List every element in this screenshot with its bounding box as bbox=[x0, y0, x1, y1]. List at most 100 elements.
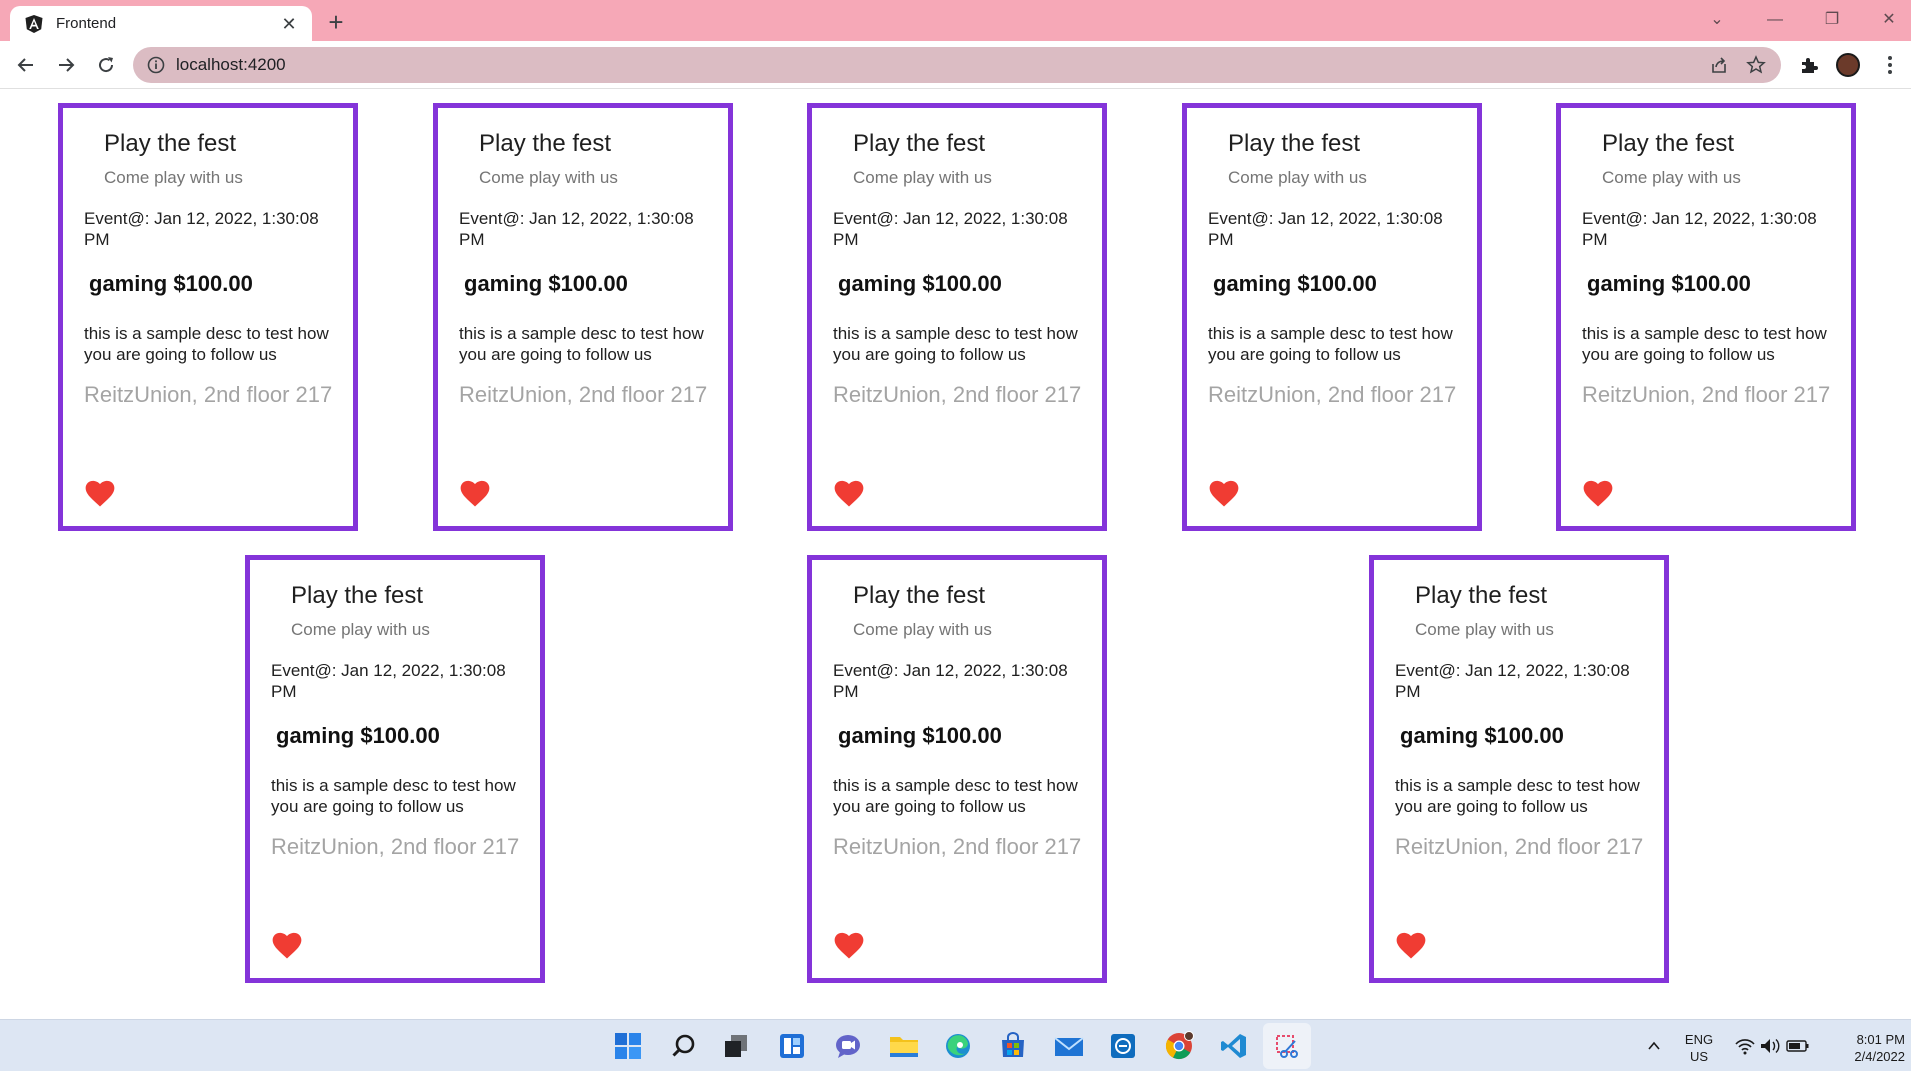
card-subtitle: Come play with us bbox=[1415, 620, 1554, 639]
mail-icon[interactable] bbox=[1053, 1030, 1085, 1062]
heart-icon[interactable] bbox=[1209, 480, 1239, 508]
wifi-icon bbox=[1735, 1039, 1755, 1055]
card-event-date: Event@: Jan 12, 2022, 1:30:08 PM bbox=[833, 661, 1068, 701]
card-location: ReitzUnion, 2nd floor 217 bbox=[84, 382, 333, 407]
new-tab-button[interactable]: + bbox=[322, 8, 350, 36]
input-language-indicator[interactable]: ENG US bbox=[1680, 1031, 1718, 1065]
language-code: ENG bbox=[1684, 1032, 1714, 1047]
restore-button[interactable]: ❐ bbox=[1812, 4, 1852, 36]
reload-button[interactable] bbox=[90, 49, 122, 81]
windows-start-icon[interactable] bbox=[612, 1030, 644, 1062]
card-description: this is a sample desc to test how you ar… bbox=[833, 324, 1078, 364]
heart-icon[interactable] bbox=[460, 480, 490, 508]
card-price: gaming $100.00 bbox=[838, 723, 1002, 748]
card-subtitle: Come play with us bbox=[104, 168, 243, 187]
card-event-date: Event@: Jan 12, 2022, 1:30:08 PM bbox=[833, 209, 1068, 249]
heart-icon[interactable] bbox=[85, 480, 115, 508]
event-card: Play the fest Come play with us Event@: … bbox=[1556, 103, 1856, 531]
close-tab-icon[interactable]: ✕ bbox=[278, 13, 300, 35]
card-subtitle: Come play with us bbox=[291, 620, 430, 639]
event-card: Play the fest Come play with us Event@: … bbox=[1369, 555, 1669, 983]
card-description: this is a sample desc to test how you ar… bbox=[1208, 324, 1453, 364]
card-description: this is a sample desc to test how you ar… bbox=[1582, 324, 1827, 364]
volume-icon bbox=[1761, 1038, 1780, 1054]
event-card: Play the fest Come play with us Event@: … bbox=[807, 555, 1107, 983]
vscode-icon[interactable] bbox=[1218, 1030, 1250, 1062]
clock[interactable]: 8:01 PM 2/4/2022 bbox=[1827, 1031, 1905, 1065]
bookmark-star-icon[interactable] bbox=[1746, 55, 1766, 75]
extensions-puzzle-icon[interactable] bbox=[1797, 53, 1821, 77]
address-bar[interactable]: localhost:4200 bbox=[133, 47, 1781, 83]
chrome-icon[interactable] bbox=[1163, 1030, 1195, 1062]
back-arrow-icon bbox=[17, 58, 33, 72]
snipping-tool-icon[interactable] bbox=[1271, 1030, 1303, 1062]
heart-icon[interactable] bbox=[834, 480, 864, 508]
heart-icon[interactable] bbox=[272, 932, 302, 960]
heart-icon[interactable] bbox=[1583, 480, 1613, 508]
card-description: this is a sample desc to test how you ar… bbox=[271, 776, 516, 816]
browser-menu-icon[interactable] bbox=[1878, 51, 1902, 79]
widgets-icon[interactable] bbox=[776, 1030, 808, 1062]
card-price: gaming $100.00 bbox=[1213, 271, 1377, 296]
card-title: Play the fest bbox=[1602, 130, 1735, 157]
file-explorer-icon[interactable] bbox=[888, 1030, 920, 1062]
card-subtitle: Come play with us bbox=[853, 620, 992, 639]
event-card: Play the fest Come play with us Event@: … bbox=[807, 103, 1107, 531]
edge-browser-icon[interactable] bbox=[942, 1030, 974, 1062]
card-title: Play the fest bbox=[853, 130, 986, 157]
forward-button[interactable] bbox=[50, 49, 82, 81]
card-subtitle: Come play with us bbox=[1602, 168, 1741, 187]
card-description: this is a sample desc to test how you ar… bbox=[459, 324, 704, 364]
windows-taskbar: ENG US 8:01 PM 2/4/2022 bbox=[0, 1019, 1911, 1071]
battery-icon bbox=[1786, 1040, 1809, 1052]
card-price: gaming $100.00 bbox=[1400, 723, 1564, 748]
quick-settings-tray[interactable] bbox=[1734, 1030, 1812, 1062]
card-title: Play the fest bbox=[104, 130, 237, 157]
clock-time: 8:01 PM bbox=[1856, 1032, 1905, 1047]
heart-icon[interactable] bbox=[834, 932, 864, 960]
card-event-date: Event@: Jan 12, 2022, 1:30:08 PM bbox=[84, 209, 319, 249]
tab-search-chevron-icon[interactable]: ⌄ bbox=[1697, 4, 1737, 36]
chat-icon[interactable] bbox=[832, 1030, 864, 1062]
share-icon[interactable] bbox=[1709, 55, 1729, 75]
site-info-icon[interactable] bbox=[147, 56, 165, 74]
microsoft-store-icon[interactable] bbox=[997, 1030, 1029, 1062]
forward-arrow-icon bbox=[59, 58, 75, 72]
minimize-button[interactable]: — bbox=[1755, 4, 1795, 36]
card-location: ReitzUnion, 2nd floor 217 bbox=[271, 834, 520, 859]
card-event-date: Event@: Jan 12, 2022, 1:30:08 PM bbox=[459, 209, 694, 249]
back-button[interactable] bbox=[10, 49, 42, 81]
url-text[interactable]: localhost:4200 bbox=[176, 47, 286, 83]
card-location: ReitzUnion, 2nd floor 217 bbox=[833, 834, 1082, 859]
tab-title: Frontend bbox=[56, 15, 117, 32]
card-title: Play the fest bbox=[479, 130, 612, 157]
clock-date: 2/4/2022 bbox=[1854, 1049, 1905, 1064]
card-subtitle: Come play with us bbox=[853, 168, 992, 187]
card-price: gaming $100.00 bbox=[1587, 271, 1751, 296]
region-code: US bbox=[1689, 1049, 1709, 1064]
close-window-button[interactable]: ✕ bbox=[1869, 4, 1909, 36]
profile-avatar[interactable] bbox=[1836, 53, 1860, 77]
card-title: Play the fest bbox=[853, 582, 986, 609]
search-icon[interactable] bbox=[668, 1030, 700, 1062]
card-subtitle: Come play with us bbox=[1228, 168, 1367, 187]
show-hidden-icons-chevron-icon[interactable] bbox=[1642, 1030, 1666, 1062]
angular-favicon-icon bbox=[24, 14, 44, 34]
card-event-date: Event@: Jan 12, 2022, 1:30:08 PM bbox=[1395, 661, 1630, 701]
browser-tab-strip: Frontend ✕ + ⌄ — ❐ ✕ bbox=[0, 0, 1911, 41]
task-view-icon[interactable] bbox=[720, 1030, 752, 1062]
card-location: ReitzUnion, 2nd floor 217 bbox=[833, 382, 1082, 407]
card-event-date: Event@: Jan 12, 2022, 1:30:08 PM bbox=[1582, 209, 1817, 249]
card-location: ReitzUnion, 2nd floor 217 bbox=[1208, 382, 1457, 407]
event-card: Play the fest Come play with us Event@: … bbox=[245, 555, 545, 983]
card-price: gaming $100.00 bbox=[838, 271, 1002, 296]
card-description: this is a sample desc to test how you ar… bbox=[84, 324, 329, 364]
card-description: this is a sample desc to test how you ar… bbox=[1395, 776, 1640, 816]
heart-icon[interactable] bbox=[1396, 932, 1426, 960]
card-description: this is a sample desc to test how you ar… bbox=[833, 776, 1078, 816]
tab-frontend[interactable]: Frontend ✕ bbox=[10, 6, 312, 41]
event-card: Play the fest Come play with us Event@: … bbox=[433, 103, 733, 531]
browser-toolbar: localhost:4200 bbox=[0, 41, 1911, 89]
circle-app-icon[interactable] bbox=[1107, 1030, 1139, 1062]
card-event-date: Event@: Jan 12, 2022, 1:30:08 PM bbox=[1208, 209, 1443, 249]
